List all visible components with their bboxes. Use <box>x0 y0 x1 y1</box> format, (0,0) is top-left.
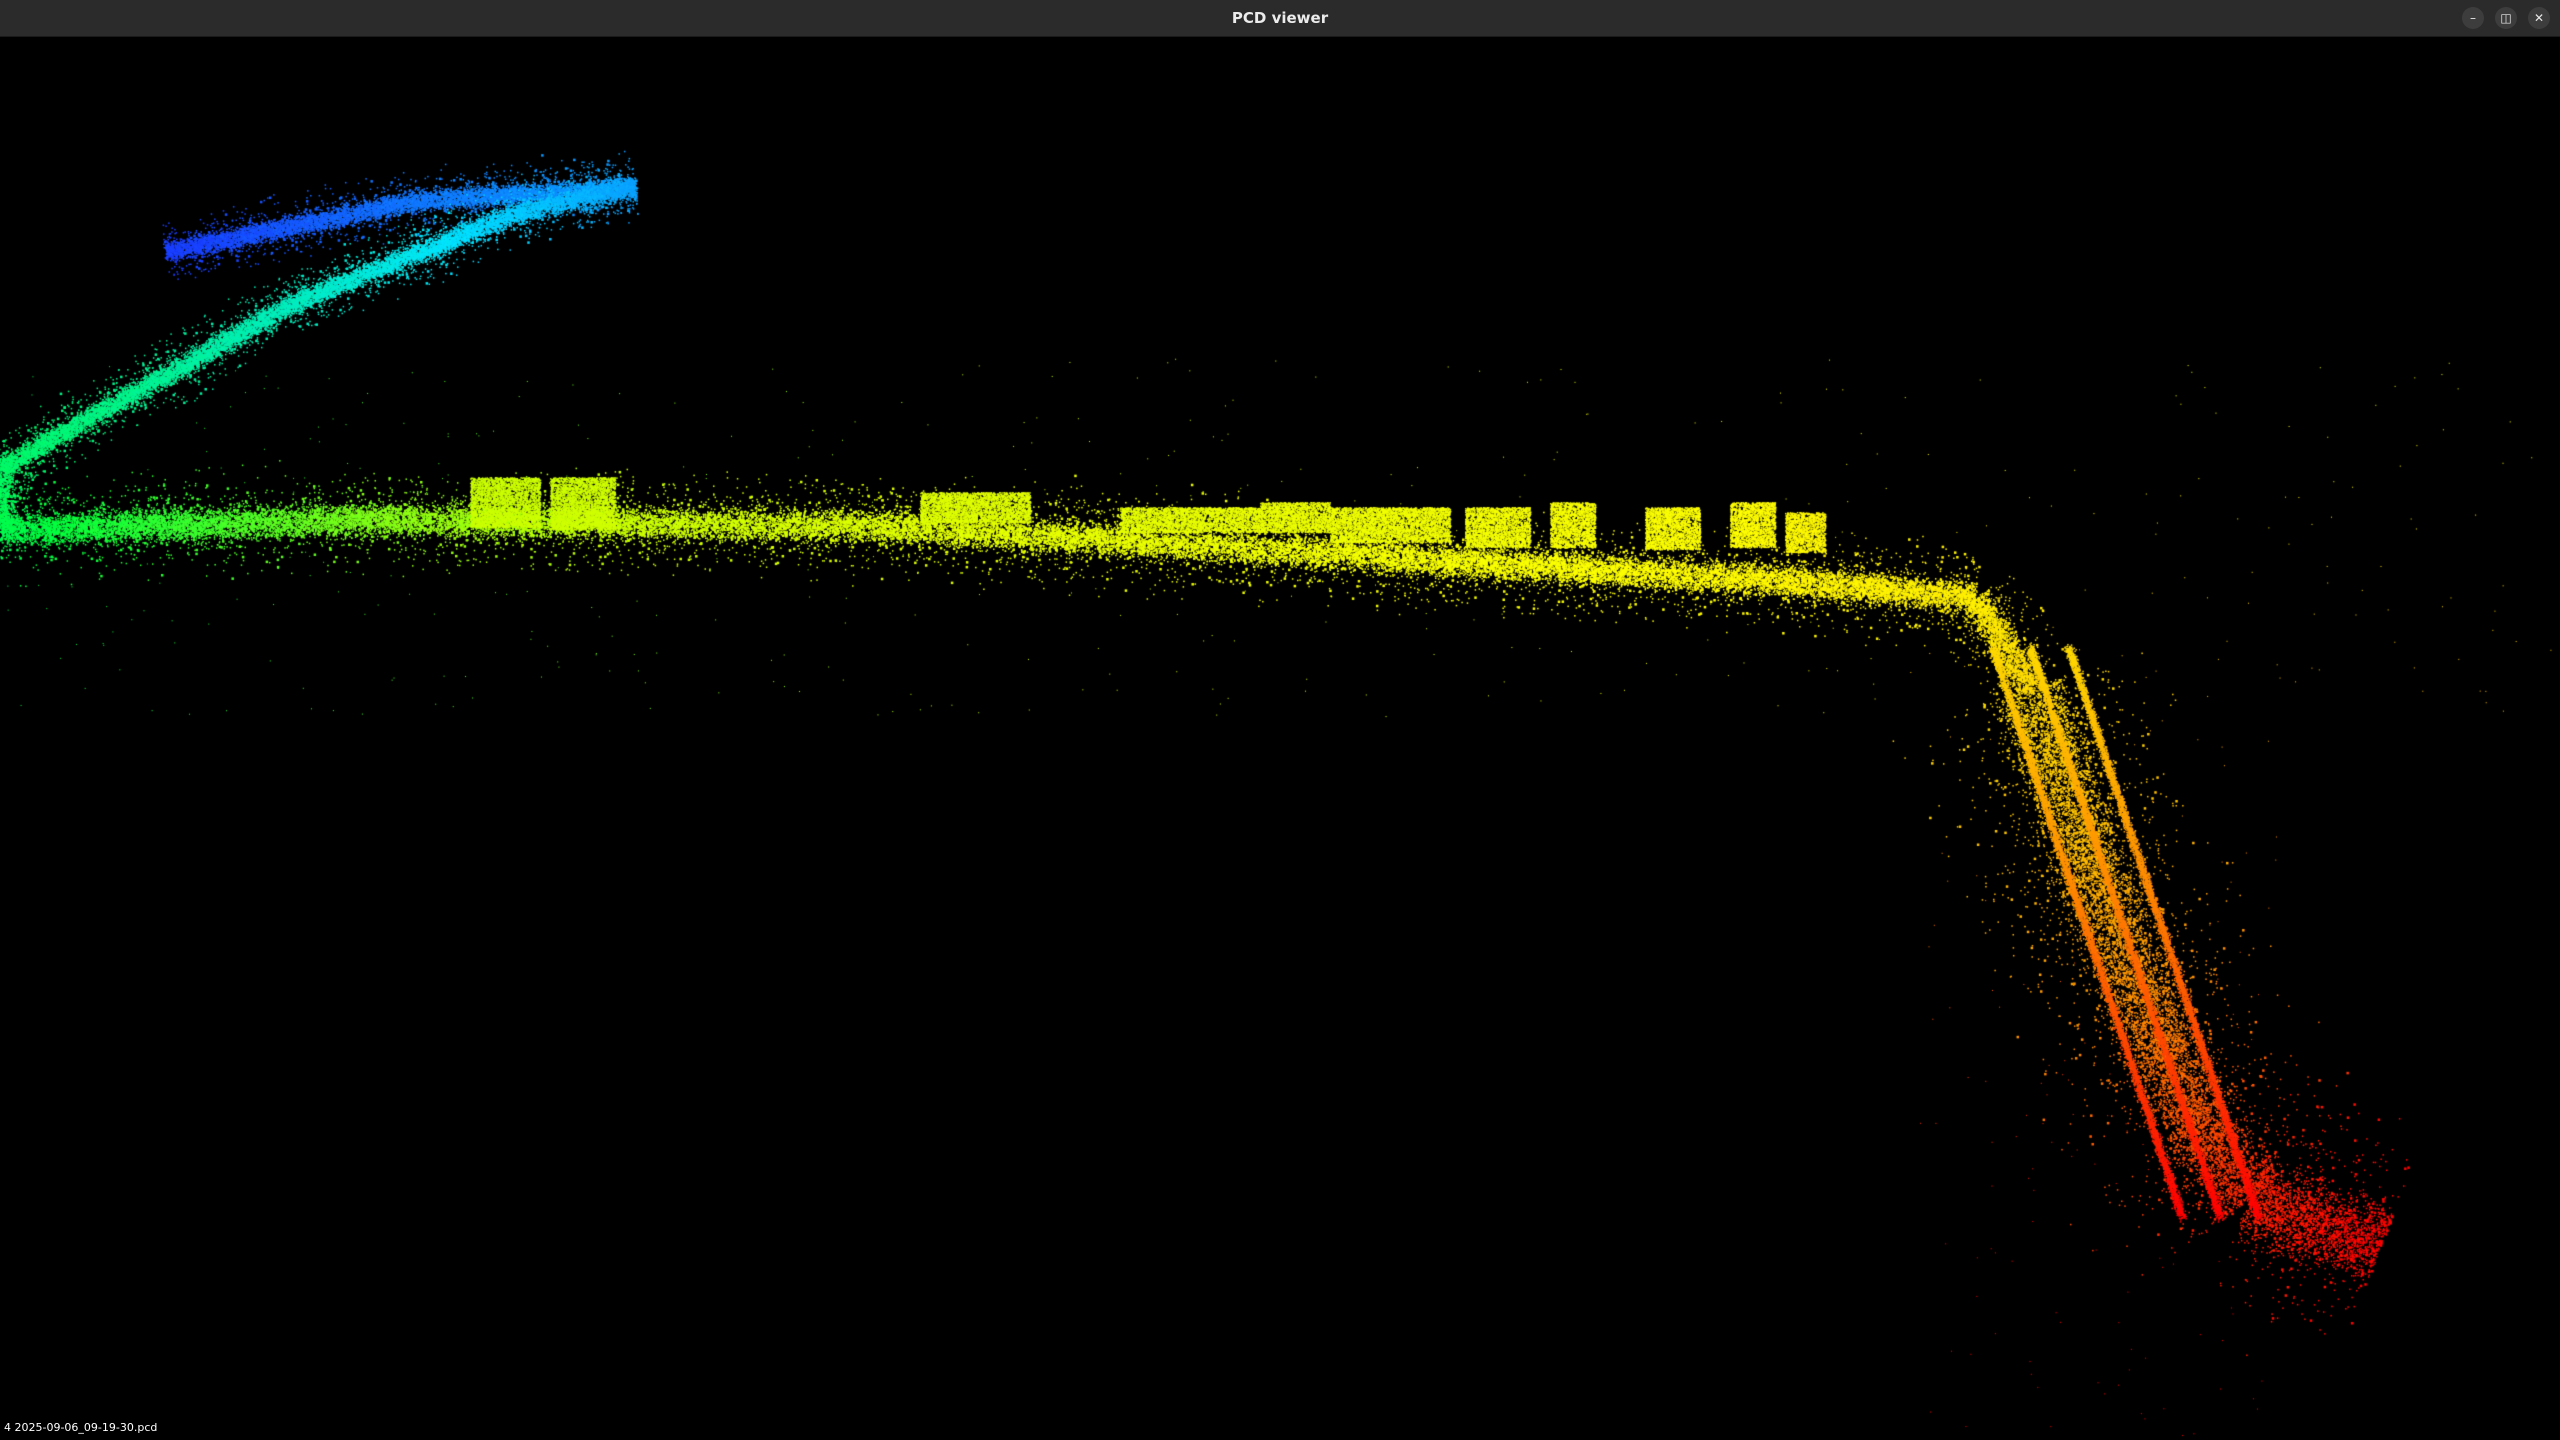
point-cloud-viewport[interactable]: 4 2025-09-06_09-19-30.pcd <box>0 37 2560 1440</box>
minimize-button[interactable]: – <box>2462 7 2484 29</box>
file-name-label: 4 2025-09-06_09-19-30.pcd <box>4 1421 158 1434</box>
close-button[interactable]: ✕ <box>2528 7 2550 29</box>
maximize-button[interactable]: ◫ <box>2495 7 2517 29</box>
point-cloud-canvas[interactable] <box>0 37 2560 1440</box>
title-bar[interactable]: PCD viewer – ◫ ✕ <box>0 0 2560 37</box>
window-title: PCD viewer <box>1231 9 1329 27</box>
